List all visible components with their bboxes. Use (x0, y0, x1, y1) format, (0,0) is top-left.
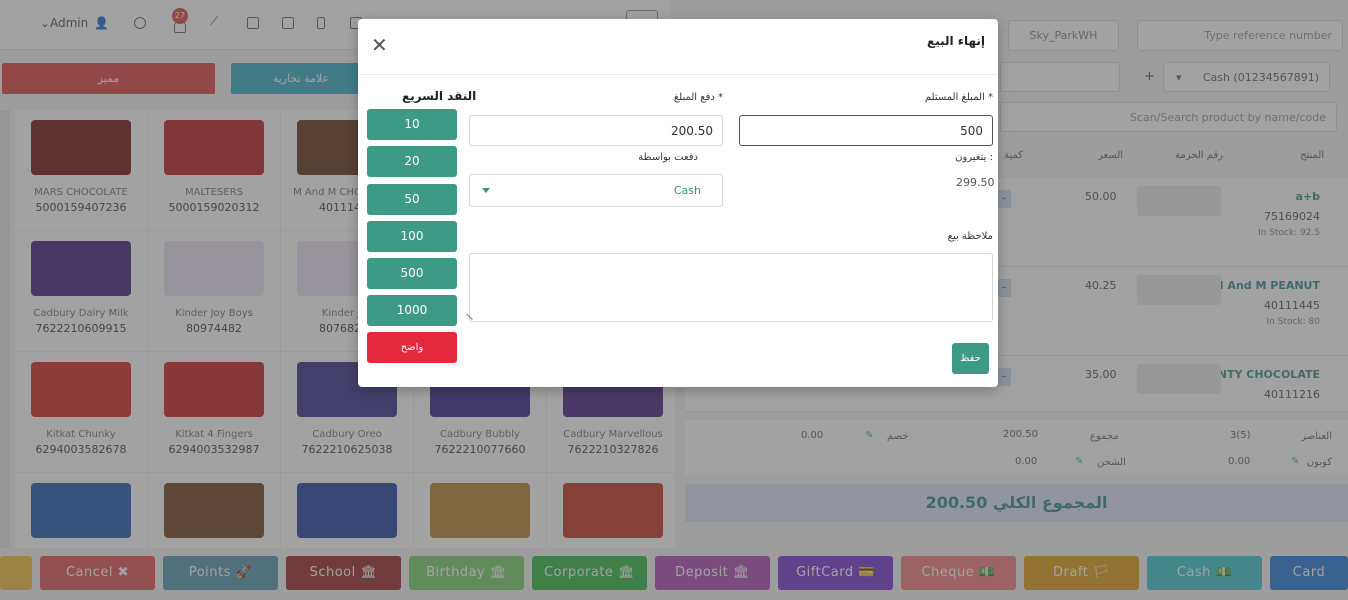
caret-down-icon (482, 188, 490, 193)
received-amount-label: المبلغ المستلم * (924, 92, 993, 103)
change-label: يتغيرون : (955, 152, 993, 163)
resize-handle-icon[interactable] (466, 308, 478, 320)
paid-by-value: Cash (673, 184, 701, 197)
paying-amount-label: دفع المبلغ * (673, 92, 723, 103)
quick-cash-title: النقد السريع (402, 89, 477, 103)
sale-note-label: ملاحظة بيع (947, 231, 993, 242)
close-icon[interactable]: ✕ (371, 35, 388, 55)
clear-button[interactable]: واضح (367, 332, 457, 363)
quick-cash-50-button[interactable]: 50 (367, 184, 457, 215)
modal-header: إنهاء البيع ✕ (358, 19, 998, 75)
received-amount-input[interactable] (739, 115, 993, 146)
modal-title: إنهاء البيع (927, 34, 985, 48)
quick-cash-500-button[interactable]: 500 (367, 258, 457, 289)
paid-by-label: دفعت بواسطة (638, 152, 698, 163)
quick-cash-1000-button[interactable]: 1000 (367, 295, 457, 326)
change-value: 299.50 (956, 176, 995, 189)
save-button[interactable]: حفظ (952, 343, 989, 374)
finalize-sale-modal: إنهاء البيع ✕ المبلغ المستلم * دفع المبل… (358, 19, 998, 387)
paying-amount-input[interactable] (469, 115, 723, 146)
paid-by-select[interactable]: Cash (469, 174, 723, 207)
quick-cash-20-button[interactable]: 20 (367, 146, 457, 177)
sale-note-textarea[interactable] (466, 253, 993, 322)
quick-cash-100-button[interactable]: 100 (367, 221, 457, 252)
quick-cash-10-button[interactable]: 10 (367, 109, 457, 140)
